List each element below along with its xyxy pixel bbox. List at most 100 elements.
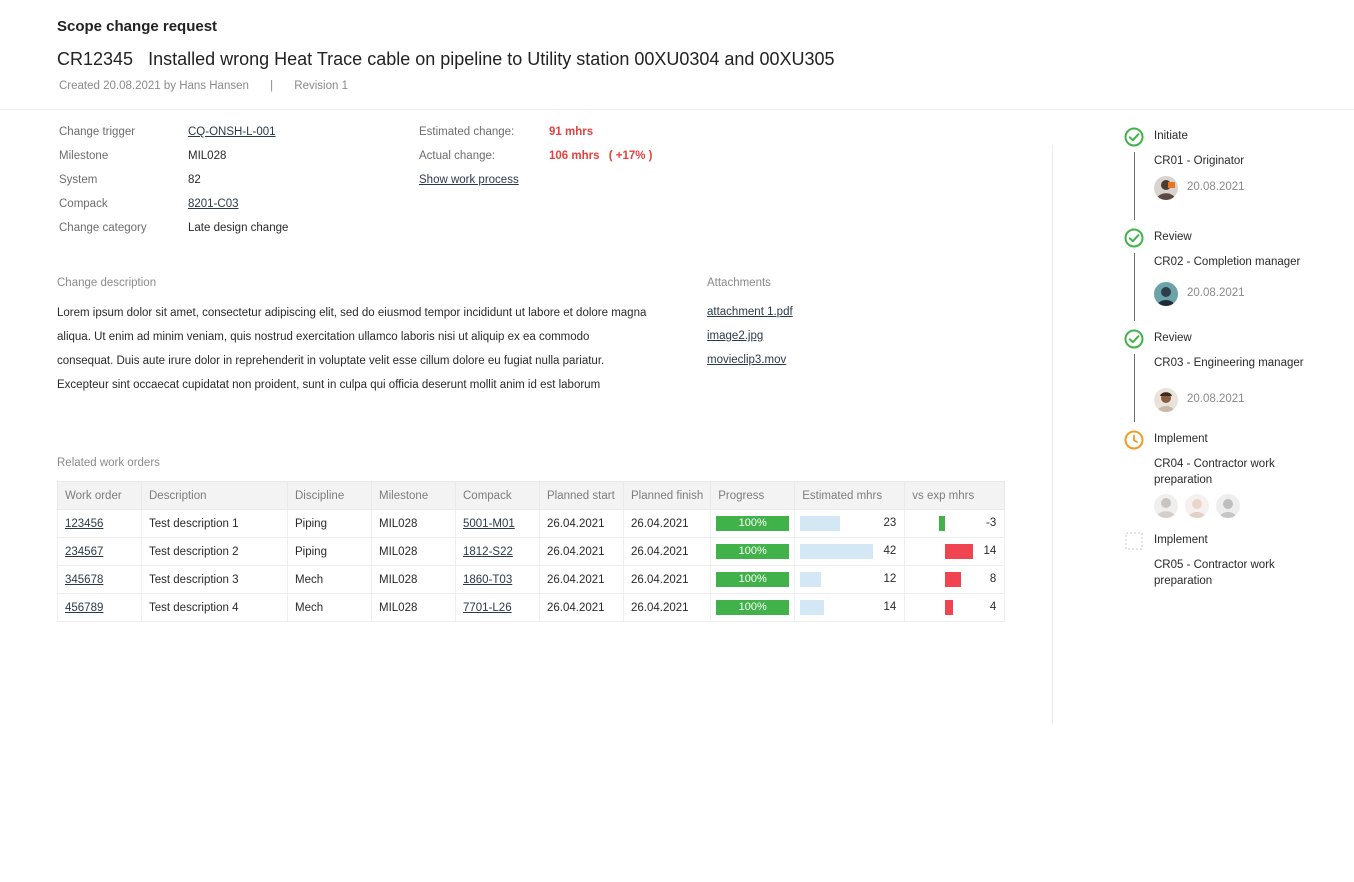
workflow-step-title: Initiate [1154,130,1188,142]
compack-link[interactable]: 8201-C03 [188,198,239,210]
estimated-value: 12 [883,573,897,585]
workflow-connector [1134,152,1135,220]
compack-link[interactable]: 7701-L26 [463,602,512,614]
workflow-step-date: 20.08.2021 [1187,393,1245,405]
progress-label: 100% [738,573,767,585]
cell-planned-finish: 26.04.2021 [622,565,712,594]
cell-planned-finish: 26.04.2021 [622,593,712,622]
vs-exp-bar [939,516,946,531]
compack-link[interactable]: 1860-T03 [463,574,512,586]
cell-planned-finish: 26.04.2021 [622,537,712,566]
progress-label: 100% [738,601,767,613]
vs-exp-value: 8 [989,573,997,585]
avatar [1185,494,1209,518]
cell-discipline: Mech [287,565,372,594]
workflow-connector [1134,253,1135,321]
estimated-bar [800,572,822,587]
estimated-value: 42 [883,545,897,557]
work-order-link[interactable]: 123456 [65,518,103,530]
progress-label: 100% [738,545,767,557]
column-header[interactable]: Description [141,481,288,510]
table-header-row: Work order Description Discipline Milest… [57,481,1006,510]
cell-planned-start: 26.04.2021 [539,565,624,594]
vs-exp-value: 14 [983,545,997,557]
column-header[interactable]: Discipline [287,481,372,510]
milestone-label: Milestone [59,150,109,162]
actual-change-delta: ( +17% ) [608,150,653,162]
table-row[interactable]: 234567 Test description 2 Piping MIL028 … [57,537,1006,566]
created-info: Created 20.08.2021 by Hans Hansen [59,80,249,92]
work-order-link[interactable]: 345678 [65,574,103,586]
column-header[interactable]: Estimated mhrs [794,481,906,510]
check-circle-icon [1124,228,1144,248]
workflow-step-date: 20.08.2021 [1187,287,1245,299]
column-header[interactable]: Compack [455,481,540,510]
table-row[interactable]: 123456 Test description 1 Piping MIL028 … [57,509,1006,538]
avatar [1154,388,1178,412]
progress-bar: 100% [716,516,790,531]
workflow-step-role: CR02 - Completion manager [1154,256,1301,268]
workflow-step-title: Implement [1154,534,1208,546]
change-trigger-label: Change trigger [59,126,136,138]
cell-description: Test description 1 [141,509,288,538]
revision-info: Revision 1 [294,80,348,92]
cell-milestone: MIL028 [371,565,456,594]
change-trigger-link[interactable]: CQ-ONSH-L-001 [188,126,276,138]
work-order-link[interactable]: 234567 [65,546,103,558]
cell-discipline: Mech [287,593,372,622]
estimated-bar [800,516,841,531]
show-work-process-link[interactable]: Show work process [419,174,519,186]
cell-planned-finish: 26.04.2021 [622,509,712,538]
sidebar-divider [1052,145,1053,725]
column-header[interactable]: Progress [710,481,796,510]
cell-description: Test description 2 [141,537,288,566]
cr-title-text: Installed wrong Heat Trace cable on pipe… [148,49,835,69]
attachment-link[interactable]: movieclip3.mov [707,354,786,366]
change-category-value: Late design change [188,222,289,234]
check-circle-icon [1124,329,1144,349]
table-row[interactable]: 345678 Test description 3 Mech MIL028 18… [57,565,1006,594]
progress-bar: 100% [716,572,790,587]
cr-id: CR12345 [57,49,134,69]
table-row[interactable]: 456789 Test description 4 Mech MIL028 77… [57,593,1006,622]
system-label: System [59,174,98,186]
workflow-step-title: Review [1154,231,1192,243]
vs-exp-value: 4 [989,601,997,613]
attachment-link[interactable]: image2.jpg [707,330,763,342]
progress-label: 100% [738,517,767,529]
column-header[interactable]: vs exp mhrs [904,481,1006,510]
avatar [1154,282,1178,306]
compack-link[interactable]: 5001-M01 [463,518,515,530]
cell-planned-start: 26.04.2021 [539,537,624,566]
cell-planned-start: 26.04.2021 [539,509,624,538]
meta-separator: | [270,80,274,92]
workflow-step-title: Implement [1154,433,1208,445]
attachment-link[interactable]: attachment 1.pdf [707,306,793,318]
cell-planned-start: 26.04.2021 [539,593,624,622]
workflow-step-role: CR05 - Contractor work preparation [1154,559,1275,587]
milestone-value: MIL028 [188,150,227,162]
check-circle-icon [1124,127,1144,147]
compack-link[interactable]: 1812-S22 [463,546,513,558]
estimated-value: 14 [883,601,897,613]
work-order-link[interactable]: 456789 [65,602,103,614]
cell-description: Test description 3 [141,565,288,594]
clock-icon [1124,430,1144,450]
cell-description: Test description 4 [141,593,288,622]
progress-bar: 100% [716,544,790,559]
column-header[interactable]: Work order [57,481,142,510]
column-header[interactable]: Planned start [539,481,624,510]
avatar [1154,176,1178,200]
vs-exp-bar [945,544,974,559]
estimated-bar [800,544,874,559]
estimated-change-label: Estimated change: [419,126,515,138]
estimated-change-value: 91 mhrs [549,126,594,138]
change-description-text: Lorem ipsum dolor sit amet, consectetur … [57,307,647,391]
column-header[interactable]: Milestone [371,481,456,510]
vs-exp-value: -3 [986,517,997,529]
estimated-value: 23 [883,517,897,529]
page-title: Scope change request [57,18,218,35]
column-header[interactable]: Planned finish [622,481,712,510]
system-value: 82 [188,174,201,186]
cr-title: CR12345 Installed wrong Heat Trace cable… [57,49,835,70]
